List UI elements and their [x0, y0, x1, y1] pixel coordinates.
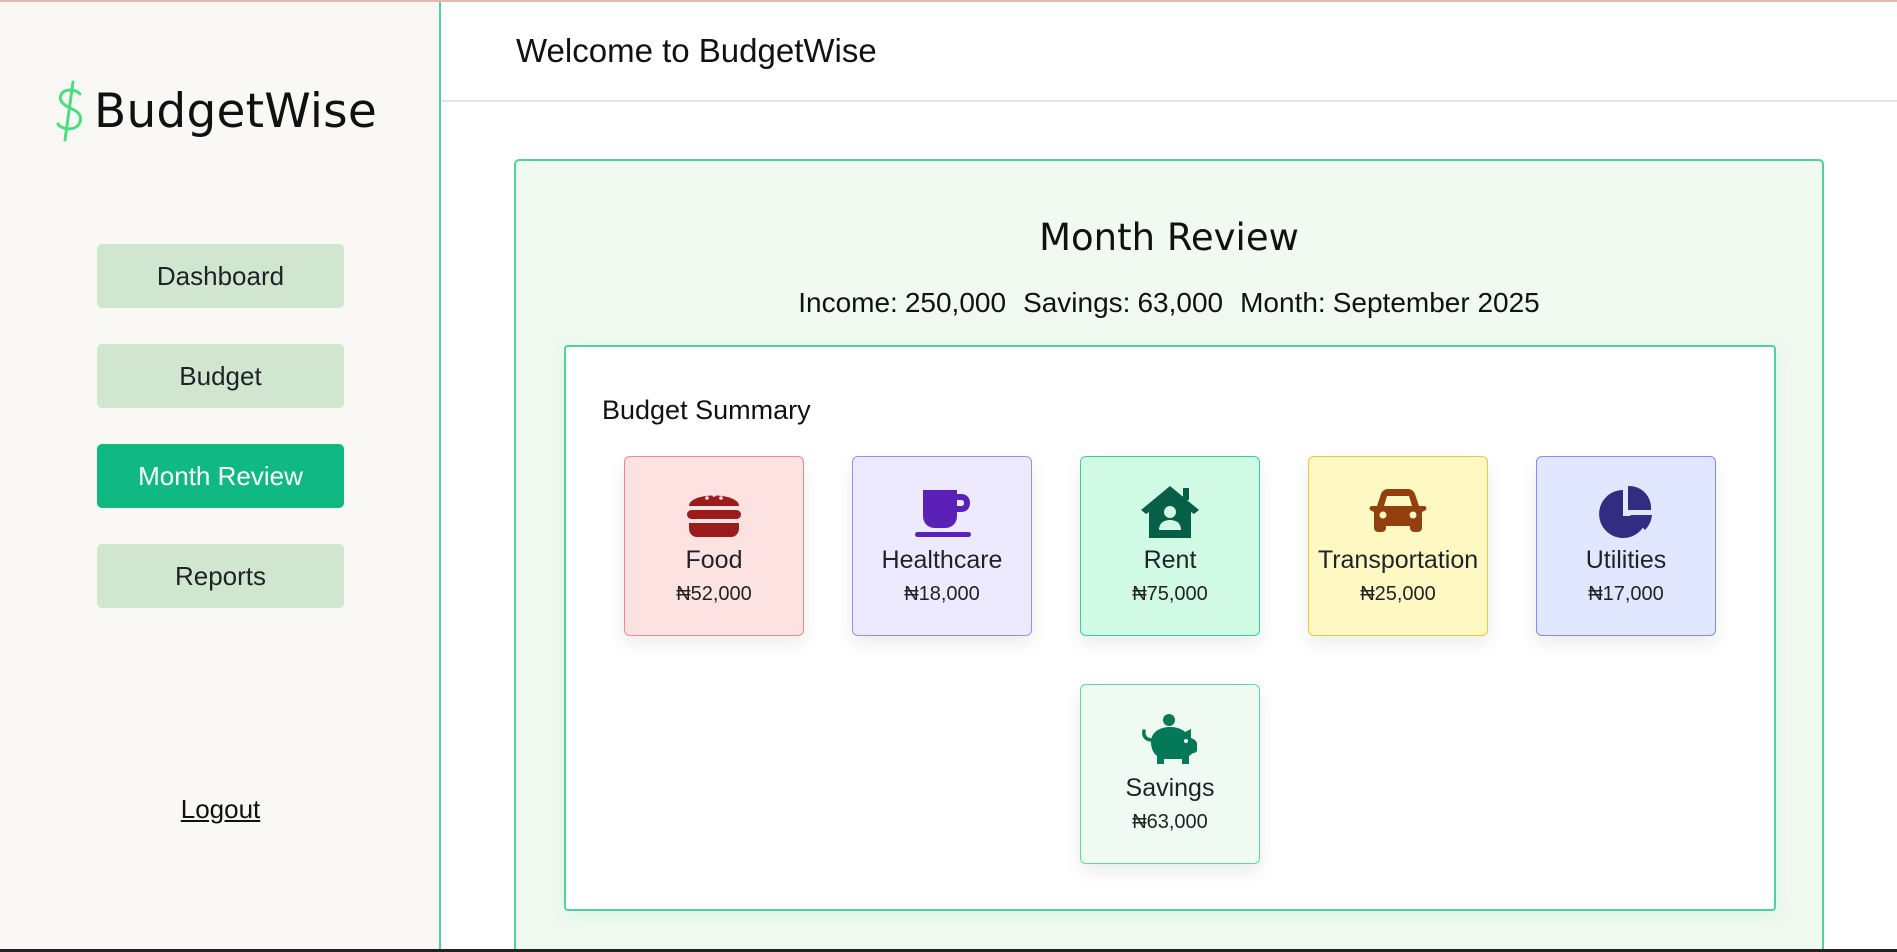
category-label: Healthcare: [881, 546, 1003, 574]
car-icon: [1369, 489, 1427, 532]
month-value: September 2025: [1332, 287, 1540, 318]
burger-icon: [687, 493, 741, 537]
category-label: Savings: [1125, 774, 1215, 802]
nav-dashboard[interactable]: Dashboard: [97, 244, 344, 308]
nav-reports[interactable]: Reports: [97, 544, 344, 608]
income-label: Income:: [798, 287, 898, 318]
month-review-panel: Month Review Income: 250,000 Savings: 63,0…: [514, 159, 1824, 949]
review-stats: Income: 250,000 Savings: 63,000 Month: Sept…: [516, 287, 1822, 319]
month-stat: Month: September 2025: [1240, 287, 1540, 319]
category-card-food[interactable]: Food ₦52,000: [624, 456, 804, 636]
brand-logo: BudgetWise: [50, 80, 377, 142]
dollar-sign-icon: [56, 80, 83, 142]
category-label: Utilities: [1585, 546, 1667, 574]
category-card-rent[interactable]: Rent ₦75,000: [1080, 456, 1260, 636]
category-amount: ₦52,000: [676, 583, 752, 605]
savings-value: 63,000: [1137, 287, 1224, 318]
house-user-icon: [1141, 486, 1199, 538]
category-label: Rent: [1143, 546, 1197, 574]
income-value: 250,000: [904, 287, 1007, 318]
category-amount: ₦75,000: [1132, 583, 1208, 605]
category-amount: ₦18,000: [904, 583, 980, 605]
category-label: Food: [685, 546, 743, 574]
budget-summary: Budget Summary Food ₦52,000 Healthcare ₦…: [564, 345, 1776, 911]
category-card-savings[interactable]: Savings ₦63,000: [1080, 684, 1260, 864]
category-amount: ₦63,000: [1132, 811, 1208, 833]
nav-budget[interactable]: Budget: [97, 344, 344, 408]
savings-stat: Savings: 63,000: [1023, 287, 1223, 319]
summary-title: Budget Summary: [602, 395, 811, 425]
top-header: Welcome to BudgetWise: [442, 2, 1897, 102]
welcome-text: Welcome to BudgetWise: [516, 32, 877, 69]
page-title: Month Review: [1039, 216, 1299, 259]
nav-month-review[interactable]: Month Review: [97, 444, 344, 508]
mug-icon: [915, 490, 971, 537]
logout-link[interactable]: Logout: [0, 794, 441, 825]
app-window: BudgetWise Dashboard Budget Month Review…: [0, 0, 1897, 952]
category-amount: ₦25,000: [1360, 583, 1436, 605]
sidebar-nav: Dashboard Budget Month Review Reports: [97, 244, 344, 644]
savings-label: Savings:: [1023, 287, 1131, 318]
sidebar: BudgetWise Dashboard Budget Month Review…: [0, 2, 441, 949]
category-label: Transportation: [1317, 546, 1479, 574]
piggy-bank-icon: [1142, 714, 1197, 764]
brand-name: BudgetWise: [94, 83, 377, 139]
income-stat: Income: 250,000: [798, 287, 1006, 319]
category-card-healthcare[interactable]: Healthcare ₦18,000: [852, 456, 1032, 636]
category-card-transportation[interactable]: Transportation ₦25,000: [1308, 456, 1488, 636]
month-label: Month:: [1240, 287, 1326, 318]
category-card-utilities[interactable]: Utilities ₦17,000: [1536, 456, 1716, 636]
pie-chart-icon: [1599, 485, 1652, 538]
category-amount: ₦17,000: [1588, 583, 1664, 605]
